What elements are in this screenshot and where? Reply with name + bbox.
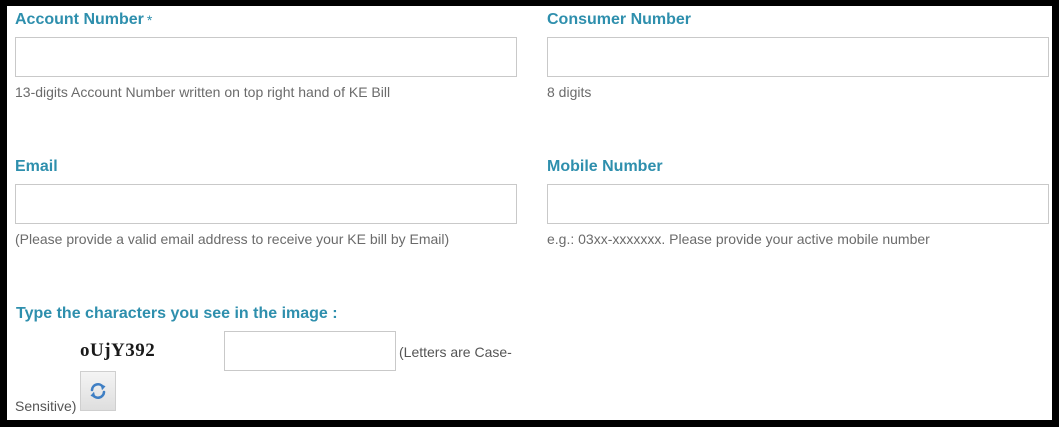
consumer-number-hint: 8 digits [547,84,592,100]
captcha-case-note: (Letters are Case- [399,344,512,360]
captcha-case-note-continued: Sensitive) [15,398,77,414]
consumer-number-input[interactable] [547,37,1049,77]
bill-registration-form: Account Number * 13-digits Account Number… [7,6,1052,420]
account-number-label-text: Account Number [15,11,144,28]
account-number-input[interactable] [15,37,517,77]
consumer-number-label: Consumer Number [547,11,692,28]
refresh-icon [88,381,108,401]
required-asterisk: * [146,12,153,28]
email-label: Email [15,158,58,175]
account-number-label: Account Number * [15,10,152,30]
captcha-refresh-button[interactable] [80,371,116,411]
email-input[interactable] [15,184,517,224]
mobile-number-hint: e.g.: 03xx-xxxxxxx. Please provide your … [547,231,930,247]
mobile-number-input[interactable] [547,184,1049,224]
mobile-number-label: Mobile Number [547,158,663,175]
captcha-label: Type the characters you see in the image… [16,305,338,322]
account-number-hint: 13-digits Account Number written on top … [15,84,391,100]
email-hint: (Please provide a valid email address to… [15,231,450,247]
captcha-input[interactable] [224,331,396,371]
captcha-image: oUjY392 [80,340,156,361]
